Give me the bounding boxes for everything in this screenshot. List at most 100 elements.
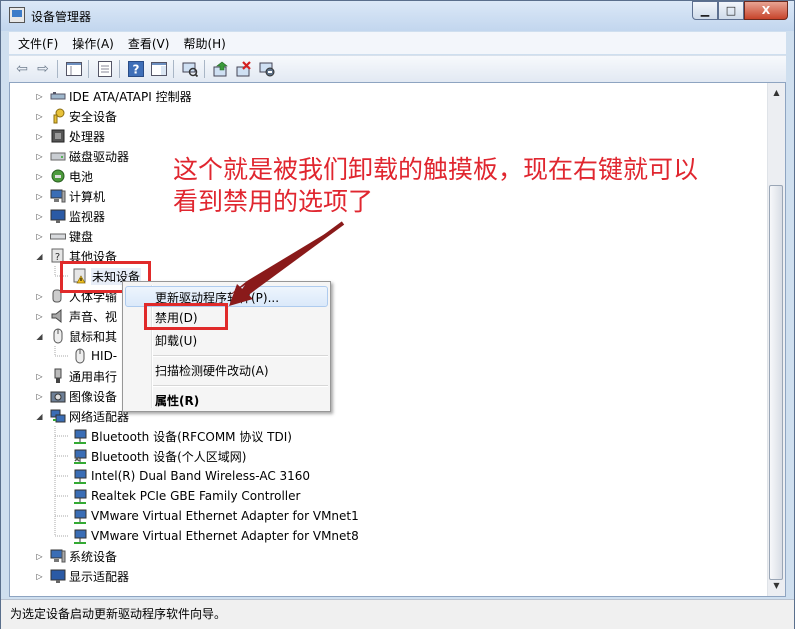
network-adapter-icon <box>50 408 66 424</box>
tree-item-disk-drives[interactable]: ▷ 磁盘驱动器 <box>35 146 129 166</box>
expand-arrow-icon[interactable]: ▷ <box>35 192 44 201</box>
expand-arrow-icon[interactable]: ▷ <box>35 552 44 561</box>
back-arrow-icon[interactable]: ⇦ <box>13 60 31 78</box>
menu-help[interactable]: 帮助(H) <box>174 35 230 52</box>
tree-item-label: VMware Virtual Ethernet Adapter for VMne… <box>91 529 359 543</box>
action-pane-icon[interactable] <box>150 60 168 78</box>
expand-arrow-icon[interactable]: ▷ <box>35 232 44 241</box>
toolbar: ⇦ ⇨ ? <box>9 55 786 83</box>
tree-item-keyboards[interactable]: ▷ 键盘 <box>35 226 94 246</box>
tree-item-label: 处理器 <box>69 129 106 144</box>
menu-bar: 文件(F) 操作(A) 查看(V) 帮助(H) <box>9 32 786 54</box>
tree-item-system-devices[interactable]: ▷ 系统设备 <box>35 546 117 566</box>
tree-item-label: 声音、视 <box>69 309 118 324</box>
disk-drive-icon <box>50 148 66 164</box>
tree-item-usb[interactable]: ▷ 通用串行 <box>35 366 118 386</box>
system-device-icon <box>50 548 66 564</box>
network-adapter-icon <box>72 528 88 544</box>
monitor-icon <box>50 208 66 224</box>
tree-item-network-adapter[interactable]: Intel(R) Dual Band Wireless-AC 3160 <box>72 466 310 486</box>
tree-item-label: 网络适配器 <box>69 409 130 424</box>
tree-item-label: 键盘 <box>69 229 94 244</box>
tree-item-network-adapter[interactable]: VMware Virtual Ethernet Adapter for VMne… <box>72 526 359 546</box>
tree-item-label: HID- <box>91 349 118 363</box>
tree-item-display-adapters[interactable]: ▷ 显示适配器 <box>35 566 129 586</box>
collapse-arrow-icon[interactable]: ◢ <box>35 332 44 341</box>
usb-icon <box>50 368 66 384</box>
expand-arrow-icon[interactable]: ▷ <box>35 392 44 401</box>
annotation-text: 这个就是被我们卸载的触摸板，现在右键就可以 看到禁用的选项了 <box>173 154 788 218</box>
menu-item-uninstall[interactable]: 卸载(U) <box>155 332 197 349</box>
menu-item-scan-hardware[interactable]: 扫描检测硬件改动(A) <box>155 362 269 379</box>
camera-icon <box>50 388 66 404</box>
tree-item-network-adapter[interactable]: Realtek PCIe GBE Family Controller <box>72 486 300 506</box>
tree-item-network-adapter[interactable]: VMware Virtual Ethernet Adapter for VMne… <box>72 506 359 526</box>
forward-arrow-icon[interactable]: ⇨ <box>34 60 52 78</box>
update-driver-icon[interactable] <box>212 60 230 78</box>
status-bar: 为选定设备启动更新驱动程序软件向导。 <box>1 599 794 629</box>
device-manager-window: 设备管理器 ▁ □ X 文件(F) 操作(A) 查看(V) 帮助(H) ⇦ ⇨ … <box>0 0 795 629</box>
disable-icon[interactable] <box>258 60 276 78</box>
tree-item-label: Bluetooth 设备(RFCOMM 协议 TDI) <box>91 429 292 444</box>
expand-arrow-icon[interactable]: ▷ <box>35 92 44 101</box>
close-button[interactable]: X <box>744 1 788 20</box>
menu-file[interactable]: 文件(F) <box>9 35 63 52</box>
properties-icon[interactable] <box>96 60 114 78</box>
minimize-button[interactable]: ▁ <box>692 1 718 20</box>
tree-item-security-devices[interactable]: ▷ 安全设备 <box>35 106 118 126</box>
help-icon[interactable]: ? <box>127 60 145 78</box>
svg-text:?: ? <box>133 63 140 77</box>
expand-arrow-icon[interactable]: ▷ <box>35 312 44 321</box>
tree-item-computer[interactable]: ▷ 计算机 <box>35 186 105 206</box>
tree-item-network-adapter[interactable]: Bluetooth 设备(个人区域网) <box>72 446 246 466</box>
network-adapter-icon <box>72 448 88 464</box>
expand-arrow-icon[interactable]: ▷ <box>35 372 44 381</box>
collapse-arrow-icon[interactable]: ◢ <box>35 412 44 421</box>
expand-arrow-icon[interactable]: ▷ <box>35 572 44 581</box>
scroll-down-arrow-icon[interactable]: ▼ <box>770 578 783 592</box>
tree-item-ide-controller[interactable]: ▷ IDE ATA/ATAPI 控制器 <box>35 86 191 106</box>
tree-item-battery[interactable]: ▷ 电池 <box>35 166 94 186</box>
menu-item-properties[interactable]: 属性(R) <box>155 392 199 409</box>
tree-item-label: 监视器 <box>69 209 106 224</box>
tree-item-network-adapter[interactable]: Bluetooth 设备(RFCOMM 协议 TDI) <box>72 426 292 446</box>
tree-item-label: VMware Virtual Ethernet Adapter for VMne… <box>91 509 359 523</box>
title-bar[interactable]: 设备管理器 ▁ □ X <box>1 1 794 31</box>
keyboard-icon <box>50 228 66 244</box>
scrollbar-thumb[interactable] <box>769 185 783 580</box>
tree-item-imaging[interactable]: ▷ 图像设备 <box>35 386 117 406</box>
scroll-up-arrow-icon[interactable]: ▲ <box>770 85 783 99</box>
menu-view[interactable]: 查看(V) <box>119 35 175 52</box>
tree-item-processors[interactable]: ▷ 处理器 <box>35 126 106 146</box>
battery-icon <box>50 168 66 184</box>
status-text: 为选定设备启动更新驱动程序软件向导。 <box>10 607 227 621</box>
window-title: 设备管理器 <box>31 10 92 24</box>
annotation-line-2: 看到禁用的选项了 <box>173 187 374 216</box>
expand-arrow-icon[interactable]: ▷ <box>35 132 44 141</box>
expand-arrow-icon[interactable]: ▷ <box>35 292 44 301</box>
expand-arrow-icon[interactable]: ▷ <box>35 112 44 121</box>
uninstall-icon[interactable] <box>235 60 253 78</box>
tree-item-monitors[interactable]: ▷ 监视器 <box>35 206 106 226</box>
tree-item-sound[interactable]: ▷ 声音、视 <box>35 306 118 326</box>
maximize-button[interactable]: □ <box>718 1 744 20</box>
expand-arrow-icon[interactable]: ▷ <box>35 212 44 221</box>
tree-item-label: 安全设备 <box>69 109 118 124</box>
scan-hardware-icon[interactable] <box>181 60 199 78</box>
tree-item-hid-mouse[interactable]: HID- <box>72 346 117 366</box>
context-menu: 更新驱动程序软件(P)... 禁用(D) 卸载(U) 扫描检测硬件改动(A) 属… <box>122 281 331 412</box>
menu-action[interactable]: 操作(A) <box>63 35 119 52</box>
highlight-box-disable <box>144 303 228 330</box>
tree-item-label: Realtek PCIe GBE Family Controller <box>91 489 301 503</box>
device-manager-icon <box>9 7 25 23</box>
expand-arrow-icon[interactable]: ▷ <box>35 172 44 181</box>
tree-item-mice[interactable]: ◢ 鼠标和其 <box>35 326 117 346</box>
tree-item-label: 电池 <box>69 169 94 184</box>
network-adapter-icon <box>72 428 88 444</box>
show-hide-tree-icon[interactable] <box>65 60 83 78</box>
tree-item-label: 通用串行 <box>69 369 118 384</box>
collapse-arrow-icon[interactable]: ◢ <box>35 252 44 261</box>
expand-arrow-icon[interactable]: ▷ <box>35 152 44 161</box>
processor-icon <box>50 128 66 144</box>
tree-item-network-adapters[interactable]: ◢ 网络适配器 <box>35 406 130 426</box>
